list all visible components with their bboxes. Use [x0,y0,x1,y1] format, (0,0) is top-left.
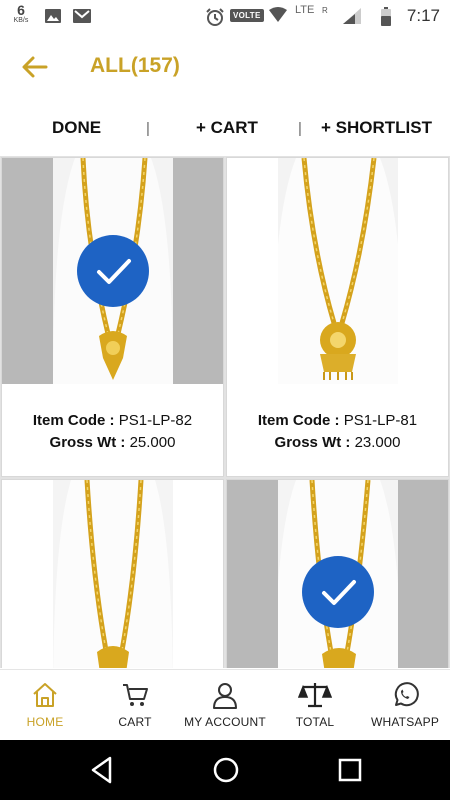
page-title: ALL(157) [90,54,180,77]
gross-weight-label: Gross Wt : [274,434,351,451]
user-icon [213,683,237,709]
nav-whatsapp-label: WHATSAPP [370,715,440,729]
item-code-label: Item Code : [257,412,340,429]
action-separator: | [298,120,302,137]
system-nav-bar [0,740,450,800]
back-triangle-icon[interactable] [88,755,116,790]
product-card[interactable] [226,479,449,668]
selected-check-icon[interactable] [302,556,374,628]
item-code-label: Item Code : [32,412,115,429]
necklace-image [277,158,398,384]
product-card[interactable] [1,479,224,668]
nav-cart[interactable]: CART [90,670,180,741]
lte-label: LTE [295,4,315,16]
roaming-label: R [322,6,328,15]
network-speed-value: 6 [17,2,25,18]
product-info: Item Code : PS1-LP-81 Gross Wt : 23.000 [227,384,448,476]
battery-icon [380,7,392,32]
add-to-cart-button[interactable]: + CART [196,118,258,138]
nav-my-account-label: MY ACCOUNT [184,715,266,729]
selected-check-icon[interactable] [77,235,149,307]
image-icon [44,7,62,30]
product-grid: Item Code : PS1-LP-82 Gross Wt : 25.000 … [0,156,450,668]
home-circle-icon[interactable] [211,755,241,790]
nav-total[interactable]: TOTAL [270,670,360,741]
clock: 7:17 [406,6,440,25]
app-header: ALL(157) [0,32,450,100]
nav-whatsapp[interactable]: WHATSAPP [360,670,450,741]
nav-home[interactable]: HOME [0,670,90,741]
nav-home-label: HOME [26,715,64,729]
alarm-icon [205,7,225,32]
arrow-left-icon [22,56,48,78]
back-button[interactable] [18,50,52,84]
scale-icon [298,683,332,708]
home-icon [33,683,57,707]
product-card[interactable]: Item Code : PS1-LP-82 Gross Wt : 25.000 [1,157,224,477]
gross-weight-label: Gross Wt : [49,434,126,451]
item-code-value: PS1-LP-81 [343,412,418,429]
bottom-nav: HOME CART MY ACCOUNT TOTAL WHATSAPP [0,669,450,740]
nav-total-label: TOTAL [295,715,335,729]
nav-my-account[interactable]: MY ACCOUNT [180,670,270,741]
necklace-image [52,480,173,668]
recents-square-icon[interactable] [337,755,363,790]
volte-badge: VOLTE [230,9,264,22]
wifi-calling-icon [268,7,288,28]
action-separator: | [146,120,150,137]
nav-cart-label: CART [118,715,152,729]
add-to-shortlist-button[interactable]: + SHORTLIST [321,118,432,138]
network-speed-unit: KB/s [13,17,29,24]
action-row: DONE | + CART | + SHORTLIST [0,100,450,155]
whatsapp-icon [394,682,419,707]
product-info: Item Code : PS1-LP-82 Gross Wt : 25.000 [2,384,223,476]
gross-weight-value: 23.000 [354,434,401,451]
done-button[interactable]: DONE [52,118,101,138]
gross-weight-value: 25.000 [129,434,176,451]
product-card[interactable]: Item Code : PS1-LP-81 Gross Wt : 23.000 [226,157,449,477]
network-speed: 6 KB/s [8,3,34,24]
status-bar: 6 KB/s VOLTE LTE R 7:17 [0,0,450,32]
gmail-icon [72,7,92,30]
item-code-value: PS1-LP-82 [118,412,193,429]
cart-icon [123,684,148,706]
signal-icon [342,7,362,30]
